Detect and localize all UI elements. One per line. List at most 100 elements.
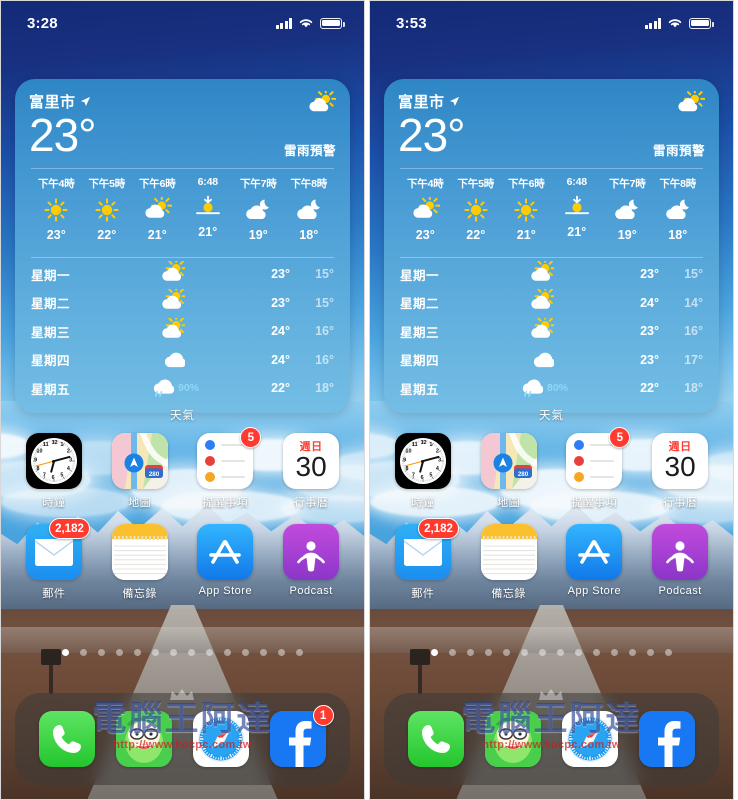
app-icon-reminders[interactable]: 5 提醒事項: [552, 433, 638, 510]
page-dot[interactable]: [170, 649, 177, 656]
app-icon-podcasts[interactable]: Podcast: [268, 524, 354, 601]
appstore-app-icon[interactable]: [566, 524, 622, 580]
page-dot[interactable]: [152, 649, 159, 656]
page-dot[interactable]: [665, 649, 672, 656]
app-icon-safari[interactable]: [193, 711, 249, 767]
widget-header: 富里市 23° 雷雨預警: [29, 91, 336, 159]
phone-app-icon[interactable]: [408, 711, 464, 767]
widget-label: 天氣: [1, 407, 364, 423]
page-dot[interactable]: [98, 649, 105, 656]
app-icon-phone[interactable]: [408, 711, 464, 767]
maps-app-icon[interactable]: 280: [112, 433, 168, 489]
app-icon-mail[interactable]: 2,182 郵件: [11, 524, 97, 601]
page-dot[interactable]: [485, 649, 492, 656]
app-icon-notes[interactable]: 備忘錄: [97, 524, 183, 601]
app-icon-appstore[interactable]: App Store: [183, 524, 269, 601]
calendar-app-icon[interactable]: 週日 30: [652, 433, 708, 489]
calendar-app-icon[interactable]: 週日 30: [283, 433, 339, 489]
app-icon-clock[interactable]: 1 2 3 4 5 6 7 8 9 10 11 12 時鐘: [380, 433, 466, 510]
page-indicator[interactable]: [370, 649, 733, 656]
maps-app-icon[interactable]: 280: [481, 433, 537, 489]
app-icon-line[interactable]: [485, 711, 541, 767]
hourly-forecast-item: 下午7時 19°: [233, 176, 284, 242]
app-grid: 1 2 3 4 5 6 7 8 9 10 11 12 時鐘 280 地圖 5 提醒事項: [1, 433, 364, 601]
day-name: 星期五: [31, 379, 105, 398]
podcasts-app-icon[interactable]: [652, 524, 708, 580]
widget-right: 雷雨預警: [653, 91, 705, 159]
app-icon-safari[interactable]: [562, 711, 618, 767]
page-dot[interactable]: [206, 649, 213, 656]
signal-bars-icon: [276, 18, 293, 29]
day-condition-icon: [159, 289, 185, 316]
app-icon-maps[interactable]: 280 地圖: [466, 433, 552, 510]
page-dot[interactable]: [431, 649, 438, 656]
page-dot[interactable]: [467, 649, 474, 656]
page-dot[interactable]: [647, 649, 654, 656]
line-app-icon[interactable]: [485, 711, 541, 767]
app-icon-line[interactable]: [116, 711, 172, 767]
phone-app-icon[interactable]: [39, 711, 95, 767]
hour-temperature: 18°: [284, 228, 335, 242]
icon-wrapper: [481, 524, 537, 580]
app-icon-calendar[interactable]: 週日 30 行事曆: [637, 433, 723, 510]
safari-app-icon[interactable]: [193, 711, 249, 767]
app-icon-notes[interactable]: 備忘錄: [466, 524, 552, 601]
page-dot[interactable]: [539, 649, 546, 656]
clock-app-icon[interactable]: 1 2 3 4 5 6 7 8 9 10 11 12: [26, 433, 82, 489]
line-app-icon[interactable]: [116, 711, 172, 767]
page-dot[interactable]: [593, 649, 600, 656]
safari-app-icon[interactable]: [562, 711, 618, 767]
facebook-app-icon[interactable]: [639, 711, 695, 767]
app-icon-facebook[interactable]: 1: [270, 711, 326, 767]
app-label: 郵件: [42, 585, 65, 601]
icon-wrapper: [639, 711, 695, 767]
page-dot[interactable]: [278, 649, 285, 656]
day-condition: [474, 289, 611, 316]
icon-wrapper: 1 2 3 4 5 6 7 8 9 10 11 12: [26, 433, 82, 489]
page-dot[interactable]: [449, 649, 456, 656]
page-dot[interactable]: [629, 649, 636, 656]
page-dot[interactable]: [224, 649, 231, 656]
appstore-app-icon[interactable]: [197, 524, 253, 580]
icon-wrapper: [116, 711, 172, 767]
day-name: 星期三: [31, 322, 105, 341]
app-icon-mail[interactable]: 2,182 郵件: [380, 524, 466, 601]
page-dot[interactable]: [260, 649, 267, 656]
notification-badge: 5: [609, 427, 630, 448]
app-icon-podcasts[interactable]: Podcast: [637, 524, 723, 601]
page-dot[interactable]: [80, 649, 87, 656]
podcasts-app-icon[interactable]: [283, 524, 339, 580]
clock-app-icon[interactable]: 1 2 3 4 5 6 7 8 9 10 11 12: [395, 433, 451, 489]
app-icon-phone[interactable]: [39, 711, 95, 767]
page-dot[interactable]: [611, 649, 618, 656]
page-dot[interactable]: [296, 649, 303, 656]
page-dot[interactable]: [62, 649, 69, 656]
page-dot[interactable]: [134, 649, 141, 656]
page-dot[interactable]: [521, 649, 528, 656]
app-icon-maps[interactable]: 280 地圖: [97, 433, 183, 510]
notes-app-icon[interactable]: [481, 524, 537, 580]
hour-temperature: 23°: [31, 228, 82, 242]
page-dot[interactable]: [557, 649, 564, 656]
precipitation-chance: 80%: [547, 382, 568, 394]
app-icon-facebook[interactable]: [639, 711, 695, 767]
weather-widget[interactable]: 富里市 23° 雷雨預警 下午4時 23° 下午5時 22° 下午6時 21° …: [15, 79, 350, 413]
day-condition: [474, 318, 611, 345]
page-dot[interactable]: [116, 649, 123, 656]
hour-condition-icon: [501, 195, 552, 225]
weather-widget[interactable]: 富里市 23° 雷雨預警 下午4時 23° 下午5時 22° 下午6時 21° …: [384, 79, 719, 413]
page-dot[interactable]: [503, 649, 510, 656]
app-icon-appstore[interactable]: App Store: [552, 524, 638, 601]
page-dot[interactable]: [242, 649, 249, 656]
app-icon-clock[interactable]: 1 2 3 4 5 6 7 8 9 10 11 12 時鐘: [11, 433, 97, 510]
app-icon-calendar[interactable]: 週日 30 行事曆: [268, 433, 354, 510]
day-condition: [105, 261, 242, 288]
page-dot[interactable]: [188, 649, 195, 656]
phone-screenshot-right: 3:53 富里市 23° 雷雨預警 下午4時 23° 下午5時 22° 下午6時…: [369, 0, 734, 800]
day-condition: [474, 261, 611, 288]
widget-label: 天氣: [370, 407, 733, 423]
notes-app-icon[interactable]: [112, 524, 168, 580]
app-icon-reminders[interactable]: 5 提醒事項: [183, 433, 269, 510]
page-dot[interactable]: [575, 649, 582, 656]
page-indicator[interactable]: [1, 649, 364, 656]
